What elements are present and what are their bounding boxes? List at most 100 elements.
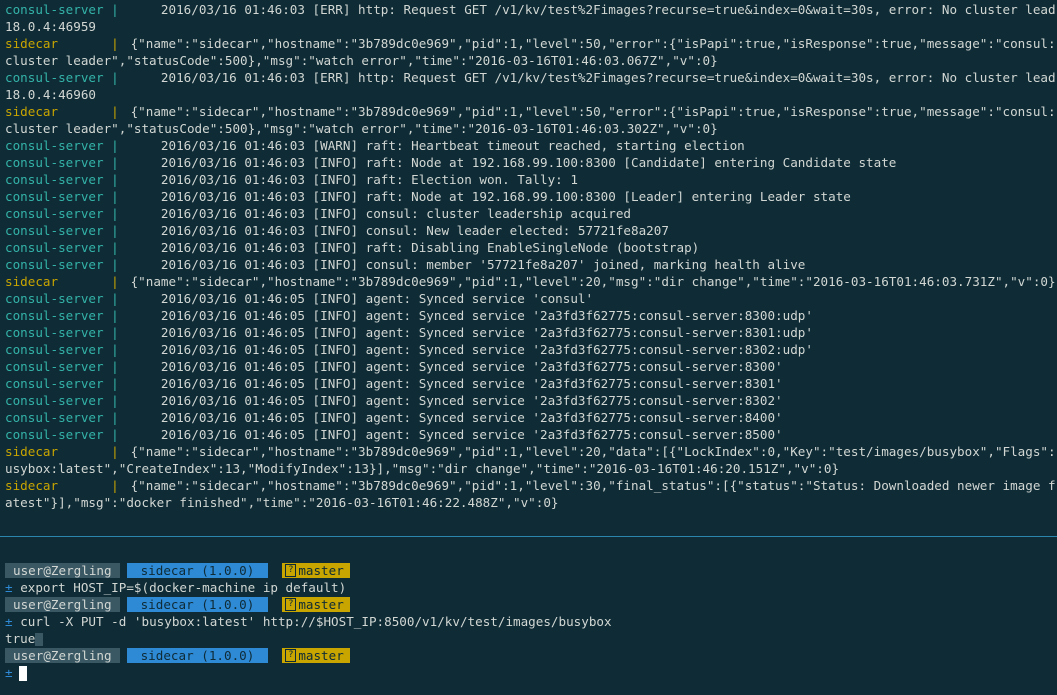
log-message: 2016/03/16 01:46:05 [INFO] agent: Synced… <box>123 427 783 442</box>
log-source-label: consul-server | <box>5 308 119 323</box>
prompt-symbol: ± <box>5 614 13 629</box>
log-message: cluster leader","statusCode":500},"msg":… <box>5 121 718 136</box>
log-source-label: sidecar | <box>5 104 119 119</box>
branch-name: master <box>298 648 344 663</box>
log-message: {"name":"sidecar","hostname":"3b789dc0e9… <box>123 36 1055 51</box>
log-message: {"name":"sidecar","hostname":"3b789dc0e9… <box>123 104 1055 119</box>
prompt-line: user@Zergling sidecar (1.0.0) ? master <box>5 562 1055 579</box>
log-line: consul-server | 2016/03/16 01:46:03 [ERR… <box>5 1 1055 18</box>
prompt-git-branch: ? master <box>282 597 350 612</box>
log-message: 2016/03/16 01:46:03 [INFO] raft: Node at… <box>123 189 851 204</box>
log-message: usybox:latest","CreateIndex":13,"ModifyI… <box>5 461 840 476</box>
log-source-label: consul-server | <box>5 427 119 442</box>
log-line: consul-server | 2016/03/16 01:46:05 [INF… <box>5 358 1055 375</box>
prompt-user: user@Zergling <box>5 597 120 612</box>
log-message: 2016/03/16 01:46:03 [INFO] raft: Electio… <box>123 172 578 187</box>
branch-icon: ? <box>285 649 297 662</box>
log-source-label: sidecar | <box>5 478 119 493</box>
log-source-label: consul-server | <box>5 240 119 255</box>
log-line: consul-server | 2016/03/16 01:46:03 [WAR… <box>5 137 1055 154</box>
log-line: consul-server | 2016/03/16 01:46:05 [INF… <box>5 426 1055 443</box>
terminal-window[interactable]: consul-server | 2016/03/16 01:46:03 [ERR… <box>0 0 1057 695</box>
active-command-line[interactable]: ± <box>5 664 1055 681</box>
log-message: 2016/03/16 01:46:03 [ERR] http: Request … <box>123 2 1055 17</box>
log-line: consul-server | 2016/03/16 01:46:03 [INF… <box>5 205 1055 222</box>
prompt-git-branch: ? master <box>282 648 350 663</box>
log-line: consul-server | 2016/03/16 01:46:05 [INF… <box>5 307 1055 324</box>
log-source-label: consul-server | <box>5 257 119 272</box>
log-message: {"name":"sidecar","hostname":"3b789dc0e9… <box>123 274 1055 289</box>
log-line: cluster leader","statusCode":500},"msg":… <box>5 52 1055 69</box>
log-message: 2016/03/16 01:46:05 [INFO] agent: Synced… <box>123 410 783 425</box>
prompt-directory: sidecar (1.0.0) <box>126 563 269 578</box>
log-message: 2016/03/16 01:46:05 [INFO] agent: Synced… <box>123 342 813 357</box>
log-message: 2016/03/16 01:46:05 [INFO] agent: Synced… <box>123 308 813 323</box>
branch-name: master <box>298 597 344 612</box>
branch-name: master <box>298 563 344 578</box>
command-output: true <box>5 630 1055 647</box>
command-line: ± export HOST_IP=$(docker-machine ip def… <box>5 579 1055 596</box>
pane-divider[interactable] <box>0 536 1057 537</box>
log-message: atest"}],"msg":"docker finished","time":… <box>5 495 559 510</box>
log-message: {"name":"sidecar","hostname":"3b789dc0e9… <box>123 478 1055 493</box>
log-line: consul-server | 2016/03/16 01:46:03 [INF… <box>5 222 1055 239</box>
log-source-label: consul-server | <box>5 138 119 153</box>
log-source-label: consul-server | <box>5 172 119 187</box>
log-line: consul-server | 2016/03/16 01:46:03 [INF… <box>5 154 1055 171</box>
log-source-label: consul-server | <box>5 393 119 408</box>
log-line: consul-server | 2016/03/16 01:46:05 [INF… <box>5 324 1055 341</box>
branch-icon: ? <box>285 598 297 611</box>
log-line: consul-server | 2016/03/16 01:46:03 [INF… <box>5 171 1055 188</box>
log-source-label: consul-server | <box>5 155 119 170</box>
log-source-label: sidecar | <box>5 274 119 289</box>
log-source-label: consul-server | <box>5 291 119 306</box>
prompt-git-branch: ? master <box>282 563 350 578</box>
log-line: consul-server | 2016/03/16 01:46:03 [INF… <box>5 188 1055 205</box>
log-output: consul-server | 2016/03/16 01:46:03 [ERR… <box>5 1 1055 511</box>
log-line: sidecar | {"name":"sidecar","hostname":"… <box>5 443 1055 460</box>
command-text: export HOST_IP=$(docker-machine ip defau… <box>20 580 347 595</box>
text-cursor[interactable] <box>18 666 27 681</box>
log-line: consul-server | 2016/03/16 01:46:05 [INF… <box>5 409 1055 426</box>
log-message: 18.0.4:46960 <box>5 87 96 102</box>
command-text: curl -X PUT -d 'busybox:latest' http://$… <box>20 614 612 629</box>
log-message: 2016/03/16 01:46:05 [INFO] agent: Synced… <box>123 376 783 391</box>
log-source-label: consul-server | <box>5 359 119 374</box>
command-line: ± curl -X PUT -d 'busybox:latest' http:/… <box>5 613 1055 630</box>
cursor-marker <box>35 633 44 646</box>
log-line: consul-server | 2016/03/16 01:46:05 [INF… <box>5 341 1055 358</box>
prompt-symbol: ± <box>5 665 13 680</box>
shell-session[interactable]: user@Zergling sidecar (1.0.0) ? master ± … <box>5 562 1055 681</box>
log-source-label: sidecar | <box>5 444 119 459</box>
prompt-line: user@Zergling sidecar (1.0.0) ? master <box>5 596 1055 613</box>
log-message: 18.0.4:46959 <box>5 19 96 34</box>
prompt-user: user@Zergling <box>5 563 120 578</box>
log-message: 2016/03/16 01:46:03 [ERR] http: Request … <box>123 70 1055 85</box>
log-source-label: consul-server | <box>5 376 119 391</box>
prompt-directory: sidecar (1.0.0) <box>126 648 269 663</box>
log-line: consul-server | 2016/03/16 01:46:03 [ERR… <box>5 69 1055 86</box>
log-line: consul-server | 2016/03/16 01:46:05 [INF… <box>5 290 1055 307</box>
log-line: consul-server | 2016/03/16 01:46:05 [INF… <box>5 375 1055 392</box>
log-line: sidecar | {"name":"sidecar","hostname":"… <box>5 35 1055 52</box>
log-line: sidecar | {"name":"sidecar","hostname":"… <box>5 103 1055 120</box>
log-line: cluster leader","statusCode":500},"msg":… <box>5 120 1055 137</box>
log-line: 18.0.4:46960 <box>5 86 1055 103</box>
log-message: cluster leader","statusCode":500},"msg":… <box>5 53 718 68</box>
log-source-label: consul-server | <box>5 342 119 357</box>
log-line: consul-server | 2016/03/16 01:46:05 [INF… <box>5 392 1055 409</box>
log-message: 2016/03/16 01:46:03 [INFO] consul: membe… <box>123 257 806 272</box>
log-message: 2016/03/16 01:46:05 [INFO] agent: Synced… <box>123 325 813 340</box>
log-line: sidecar | {"name":"sidecar","hostname":"… <box>5 477 1055 494</box>
log-line: consul-server | 2016/03/16 01:46:03 [INF… <box>5 256 1055 273</box>
log-message: {"name":"sidecar","hostname":"3b789dc0e9… <box>123 444 1055 459</box>
log-line: 18.0.4:46959 <box>5 18 1055 35</box>
log-message: 2016/03/16 01:46:03 [INFO] raft: Disabli… <box>123 240 700 255</box>
log-source-label: consul-server | <box>5 189 119 204</box>
log-message: 2016/03/16 01:46:03 [INFO] consul: clust… <box>123 206 631 221</box>
log-source-label: consul-server | <box>5 410 119 425</box>
log-message: 2016/03/16 01:46:05 [INFO] agent: Synced… <box>123 393 783 408</box>
branch-icon: ? <box>285 564 297 577</box>
log-source-label: consul-server | <box>5 325 119 340</box>
prompt-user: user@Zergling <box>5 648 120 663</box>
